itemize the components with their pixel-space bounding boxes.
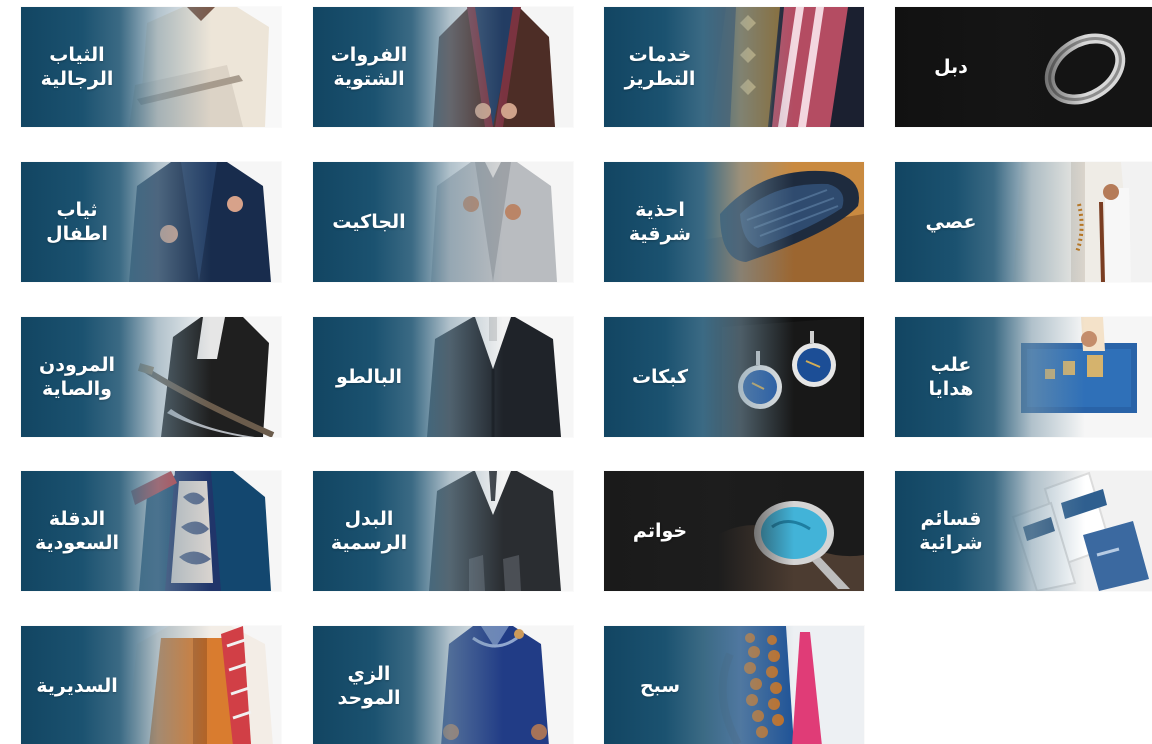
category-card-winter-farwa[interactable]: الفروات الشتوية [313,7,573,127]
category-label: عصي [925,211,977,233]
category-label: ثياب اطفال [46,199,108,245]
category-card-formal-suits[interactable]: البدل الرسمية [313,471,573,591]
category-card-oriental-shoes[interactable]: احذية شرقية [604,162,864,282]
category-card-vouchers[interactable]: قسائم شرائية [895,471,1152,591]
category-card-overcoat[interactable]: البالطو [313,317,573,437]
category-card-canes[interactable]: عصي [895,162,1152,282]
category-card-mens-thobes[interactable]: الثياب الرجالية [21,7,281,127]
category-label: الدقلة السعودية [34,508,120,554]
category-label: الزي الموحد [337,663,401,709]
category-card-prayer-beads[interactable]: سبح [604,626,864,744]
category-card-maroudan[interactable]: المرودن والصاية [21,317,281,437]
category-grid: دبل خدمات التطريز الفروات الشتوية الثياب… [0,0,1152,744]
category-label: السديرية [36,675,118,697]
category-card-jacket[interactable]: الجاكيت [313,162,573,282]
category-label: البالطو [335,366,403,388]
category-card-rings[interactable]: خواتم [604,471,864,591]
category-card-kids-thobes[interactable]: ثياب اطفال [21,162,281,282]
category-label: الفروات الشتوية [330,44,408,90]
category-card-saudi-daglah[interactable]: الدقلة السعودية [21,471,281,591]
category-label: المرودن والصاية [39,354,115,400]
category-card-gift-boxes[interactable]: علب هدايا [895,317,1152,437]
category-label: سبح [639,675,681,697]
category-label: البدل الرسمية [330,508,408,554]
category-label: الثياب الرجالية [40,44,114,90]
category-label: دبل [934,56,968,78]
category-label: احذية شرقية [628,199,692,245]
category-label: خدمات التطريز [624,44,696,90]
category-label: الجاكيت [332,211,406,233]
category-label: قسائم شرائية [919,508,983,554]
category-label: خواتم [632,520,688,542]
category-card-rings-bands[interactable]: دبل [895,7,1152,127]
category-label: كبكات [631,366,689,388]
category-card-sudairiya[interactable]: السديرية [21,626,281,744]
category-label: علب هدايا [928,354,974,400]
category-card-uniforms[interactable]: الزي الموحد [313,626,573,744]
category-card-cufflinks[interactable]: كبكات [604,317,864,437]
category-card-embroidery[interactable]: خدمات التطريز [604,7,864,127]
